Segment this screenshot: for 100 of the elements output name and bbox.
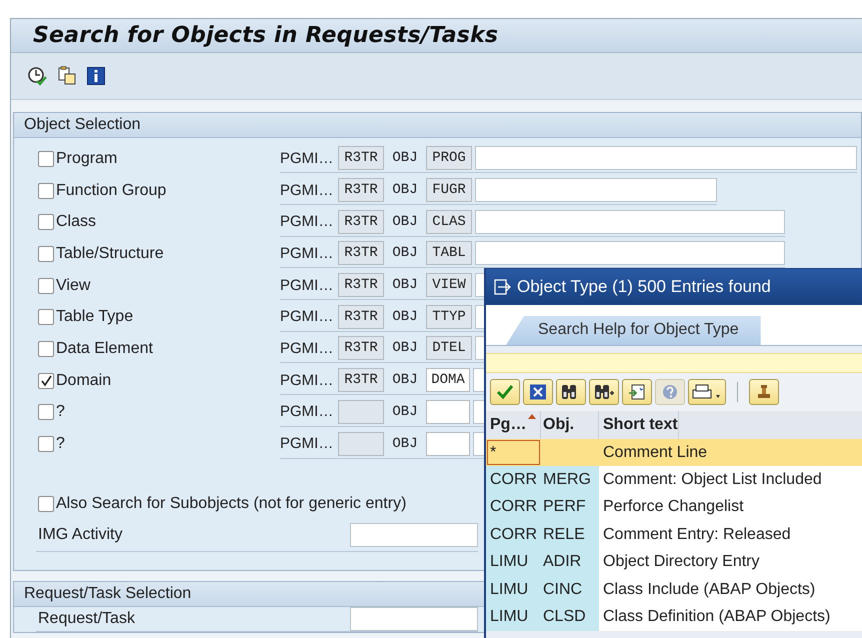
result-row[interactable]: * Comment Line [486, 439, 862, 466]
checkbox[interactable] [38, 309, 54, 326]
checkbox-label: ? [56, 435, 65, 454]
dialog-title: Object Type (1) 500 Entries found [517, 277, 771, 297]
table-cell: * [486, 439, 541, 466]
print-button[interactable] [688, 379, 726, 405]
object-type-field[interactable]: FUGR [426, 178, 472, 202]
cancel-button[interactable] [523, 379, 553, 405]
object-label: OBJ [391, 436, 419, 452]
program-id-label: PGMI… [280, 435, 334, 452]
tab[interactable]: Search Help for Object Type [506, 316, 761, 345]
result-row[interactable]: LIMU CLSD Class Definition (ABAP Objects) [486, 603, 862, 631]
checkbox[interactable] [38, 404, 54, 420]
img-activity-field[interactable] [350, 523, 478, 548]
copy-icon[interactable] [57, 66, 77, 86]
object-label: OBJ [391, 245, 419, 262]
table-cell-text: Class Definition (ABAP Objects) [602, 608, 830, 626]
object-type-field[interactable]: TTYP [426, 304, 472, 329]
program-id-field: R3TR [338, 304, 384, 329]
checkbox[interactable] [38, 372, 54, 389]
object-type-field[interactable]: TABL [426, 241, 472, 266]
table-cell: CINC [541, 576, 599, 604]
object-name-field[interactable] [475, 210, 785, 234]
object-name-field[interactable] [475, 146, 857, 170]
checkbox-label: Function Group [56, 182, 166, 200]
object-label: OBJ [391, 308, 419, 325]
program-id-label: PGMI… [280, 308, 334, 326]
program-id-label: PGMI… [280, 182, 334, 199]
result-row[interactable]: CORR MERG Comment: Object List Included [486, 466, 862, 494]
result-row[interactable]: LIMU ADIR Object Directory Entry [486, 548, 862, 576]
program-id-field: R3TR [338, 178, 384, 202]
program-id-label: PGMI… [280, 403, 334, 420]
object-type-field[interactable]: CLAS [426, 210, 472, 234]
checkbox[interactable] [38, 496, 54, 512]
checkbox[interactable] [38, 246, 54, 262]
checkbox-label: Also Search for Subobjects (not for generic entry) [56, 494, 406, 513]
checkbox[interactable] [38, 214, 54, 230]
table-cell: CORR [486, 466, 541, 494]
object-name-field[interactable] [475, 241, 785, 266]
checkbox-label: Class [56, 213, 96, 232]
close-icon [529, 384, 547, 400]
program-id-label: PGMI… [280, 372, 334, 389]
table-cell-text: Class Include (ABAP Objects) [602, 580, 816, 599]
table-cell: ADIR [541, 548, 599, 576]
clock-check-icon[interactable] [27, 66, 47, 86]
table-cell: LIMU [486, 548, 541, 576]
checkbox[interactable] [38, 182, 54, 199]
result-row[interactable]: CORR RELE Comment Entry: Released [486, 521, 862, 549]
program-id-label: PGMI… [280, 150, 334, 167]
object-type-field[interactable]: DOMA [426, 368, 470, 392]
window-title: Search for Objects in Requests/Tasks [33, 23, 498, 48]
table-cell-text: Comment Entry: Released [602, 526, 791, 544]
result-row[interactable]: LIMU CINC Class Include (ABAP Objects) [486, 576, 862, 604]
section-title: Object Selection [24, 116, 141, 134]
pin-button[interactable] [749, 379, 779, 405]
checkbox[interactable] [38, 278, 54, 294]
program-id-field: R3TR [338, 210, 384, 234]
printer-icon [692, 384, 722, 400]
checkbox-label: Data Element [56, 340, 153, 358]
object-label: OBJ [391, 340, 419, 356]
checkbox-label: Domain [56, 372, 112, 390]
find-button[interactable] [556, 379, 586, 405]
table-cell-text: Comment: Object List Included [602, 471, 822, 490]
export-button[interactable] [622, 379, 652, 405]
info-icon[interactable] [87, 67, 105, 85]
table-cell: CORR [486, 494, 541, 522]
dialog-icon [494, 279, 512, 295]
checkbox[interactable] [38, 340, 54, 357]
checkbox[interactable] [38, 150, 54, 167]
object-type-field[interactable]: VIEW [426, 273, 472, 298]
object-label: OBJ [391, 214, 419, 230]
object-type-field[interactable]: PROG [426, 146, 472, 170]
program-id-label: PGMI… [280, 340, 334, 357]
object-type-field[interactable] [426, 400, 470, 424]
table-cell: LIMU [486, 576, 541, 604]
object-type-field[interactable] [426, 432, 470, 456]
program-id-label: PGMI… [280, 244, 334, 262]
table-cell-text: Object Directory Entry [602, 553, 760, 572]
object-name-field[interactable] [475, 178, 717, 202]
table-cell: MERG [541, 466, 599, 494]
program-id-field: R3TR [338, 273, 384, 298]
request-field[interactable] [350, 607, 478, 632]
field-label: Request/Task [38, 610, 135, 628]
result-row[interactable]: CORR PERF Perforce Changelist [486, 494, 862, 522]
confirm-button[interactable] [490, 379, 520, 405]
object-type-field[interactable]: DTEL [426, 336, 472, 360]
program-id-field: R3TR [338, 146, 384, 170]
object-label: OBJ [391, 372, 419, 388]
checkbox-label: Table Type [56, 308, 134, 326]
sort-icon [528, 414, 536, 419]
checkbox[interactable] [38, 436, 54, 452]
program-id-field: R3TR [338, 368, 384, 392]
find-next-button[interactable] [589, 379, 619, 405]
program-id-label: PGMI… [280, 276, 334, 294]
checkbox-label: View [56, 276, 90, 295]
stamp-icon [755, 384, 773, 400]
table-cell: CLSD [541, 603, 599, 631]
program-id-field: R3TR [338, 336, 384, 360]
checkbox-label: Table/Structure [56, 244, 164, 263]
toolbar-separator [737, 382, 738, 402]
